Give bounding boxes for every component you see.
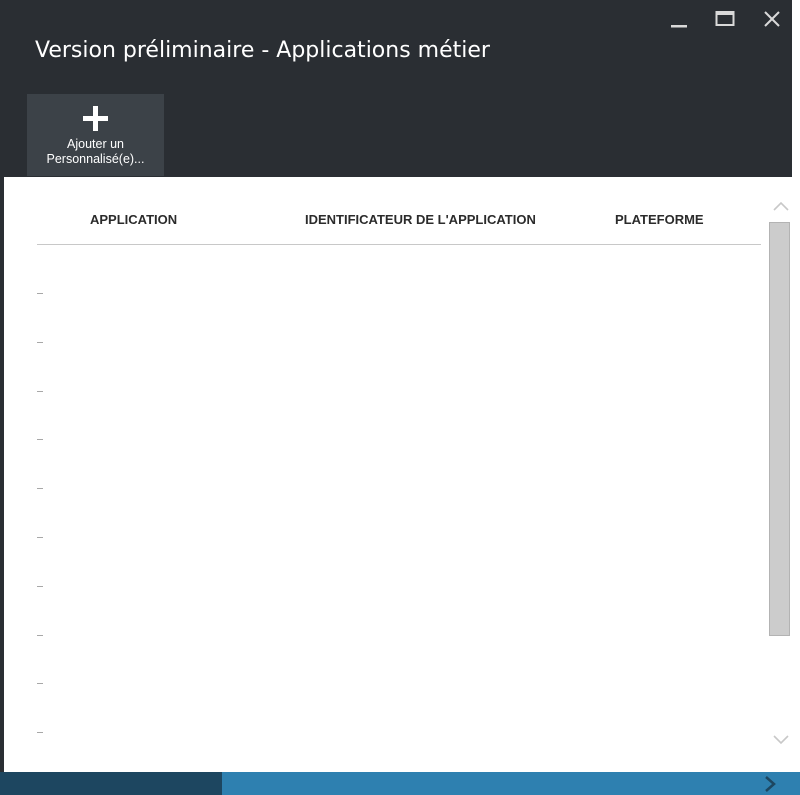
maximize-icon <box>715 11 735 26</box>
add-custom-label-line2: Personnalisé(e)... <box>46 152 145 166</box>
table-header-divider <box>37 244 761 245</box>
table-row[interactable] <box>37 586 43 587</box>
add-custom-button[interactable]: Ajouter un Personnalisé(e)... <box>27 94 164 176</box>
table-row[interactable] <box>37 391 43 392</box>
table-row[interactable] <box>37 293 43 294</box>
column-header-application[interactable]: APPLICATION <box>90 212 177 227</box>
table-row[interactable] <box>37 537 43 538</box>
maximize-button[interactable] <box>710 6 740 32</box>
blade: Version préliminaire - Applications méti… <box>0 0 792 795</box>
minimize-icon <box>671 25 687 28</box>
column-header-app-identifier[interactable]: IDENTIFICATEUR DE L'APPLICATION <box>305 212 536 227</box>
minimize-button[interactable] <box>664 6 694 32</box>
table-row[interactable] <box>37 439 43 440</box>
table-row[interactable] <box>37 635 43 636</box>
horizontal-scrollbar-thumb[interactable] <box>0 772 222 795</box>
table-row[interactable] <box>37 683 43 684</box>
scroll-down-icon[interactable] <box>773 734 789 746</box>
close-icon <box>764 11 780 27</box>
chevron-right-icon[interactable] <box>762 775 778 793</box>
add-custom-label: Ajouter un Personnalisé(e)... <box>27 137 164 167</box>
table-row[interactable] <box>37 732 43 733</box>
table-row[interactable] <box>37 488 43 489</box>
table-row[interactable] <box>37 342 43 343</box>
scroll-up-icon[interactable] <box>773 200 789 212</box>
add-custom-label-line1: Ajouter un <box>67 137 124 151</box>
column-header-platform[interactable]: PLATEFORME <box>615 212 704 227</box>
right-edge <box>792 0 800 795</box>
blade-title: Version préliminaire - Applications méti… <box>35 38 490 63</box>
content-panel <box>4 177 792 772</box>
vertical-scrollbar-thumb[interactable] <box>769 222 790 636</box>
blade-header: Version préliminaire - Applications méti… <box>0 0 792 176</box>
close-button[interactable] <box>757 6 787 32</box>
plus-icon <box>83 106 108 131</box>
